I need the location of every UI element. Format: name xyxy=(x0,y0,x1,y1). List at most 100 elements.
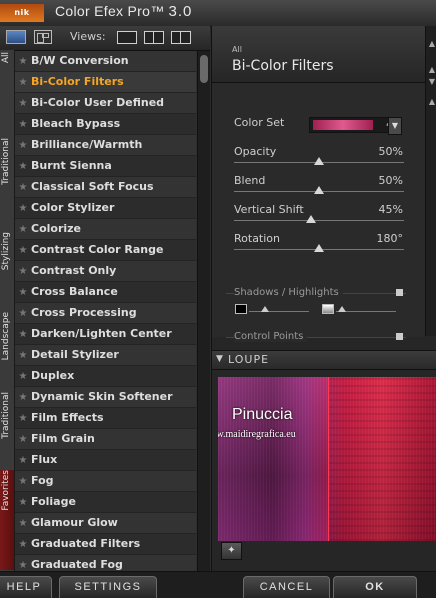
help-button[interactable]: HELP xyxy=(0,576,52,598)
tab-traditional-2[interactable]: Traditional xyxy=(0,392,14,462)
filter-item[interactable]: ★ Foliage xyxy=(15,492,196,513)
filter-item[interactable]: ★ Graduated Fog xyxy=(15,555,196,571)
slider-thumb[interactable] xyxy=(314,157,324,165)
favorite-star-icon[interactable]: ★ xyxy=(15,157,31,177)
settings-button[interactable]: SETTINGS xyxy=(59,576,157,598)
favorite-star-icon[interactable]: ★ xyxy=(15,220,31,240)
scroll-up-icon-3[interactable]: ▲ xyxy=(428,98,436,106)
highlights-slider-thumb[interactable] xyxy=(338,306,346,312)
filter-item[interactable]: ★ Film Grain xyxy=(15,429,196,450)
shadows-highlights-expand-icon[interactable] xyxy=(396,289,403,296)
filter-item[interactable]: ★ Glamour Glow xyxy=(15,513,196,534)
filter-item[interactable]: ★ Detail Stylizer xyxy=(15,345,196,366)
slider-track[interactable] xyxy=(234,215,404,223)
favorite-star-icon[interactable]: ★ xyxy=(15,52,31,72)
ok-button[interactable]: OK xyxy=(333,576,417,598)
filter-item[interactable]: ★ Brilliance/Warmth xyxy=(15,135,196,156)
filter-item[interactable]: ★ Cross Balance xyxy=(15,282,196,303)
favorite-star-icon[interactable]: ★ xyxy=(15,472,31,492)
split-view-button[interactable] xyxy=(144,31,164,44)
favorite-star-icon[interactable]: ★ xyxy=(15,556,31,571)
filter-item[interactable]: ★ Bleach Bypass xyxy=(15,114,196,135)
cancel-button[interactable]: CANCEL xyxy=(243,576,330,598)
highlight-icon xyxy=(322,304,334,314)
filter-item[interactable]: ★ Dynamic Skin Softener xyxy=(15,387,196,408)
favorite-star-icon[interactable]: ★ xyxy=(15,304,31,324)
favorite-star-icon[interactable]: ★ xyxy=(15,136,31,156)
tab-all[interactable]: All xyxy=(0,52,14,104)
favorite-star-icon[interactable]: ★ xyxy=(15,199,31,219)
scroll-up-icon-2[interactable]: ▲ xyxy=(428,66,436,74)
loupe-preview[interactable]: Pinuccia www.maidiregrafica.eu xyxy=(218,377,436,541)
filter-item-label: Burnt Sienna xyxy=(31,159,112,172)
favorite-star-icon[interactable]: ★ xyxy=(15,325,31,345)
filter-item[interactable]: ★ Bi-Color User Defined xyxy=(15,93,196,114)
filter-item[interactable]: ★ Classical Soft Focus xyxy=(15,177,196,198)
filter-item-label: Detail Stylizer xyxy=(31,348,119,361)
list-view-icon[interactable] xyxy=(34,30,52,44)
loupe-header[interactable]: ▼ LOUPE xyxy=(212,350,436,370)
favorite-star-icon[interactable]: ★ xyxy=(15,346,31,366)
favorite-star-icon[interactable]: ★ xyxy=(15,262,31,282)
slider-thumb[interactable] xyxy=(305,215,316,223)
thumbnail-view-icon[interactable] xyxy=(6,30,26,44)
shadows-slider-thumb[interactable] xyxy=(261,306,269,312)
pin-icon[interactable]: ✦ xyxy=(221,542,242,560)
filter-item[interactable]: ★ B/W Conversion xyxy=(15,51,196,72)
filter-item-label: Color Stylizer xyxy=(31,201,115,214)
filter-item[interactable]: ★ Darken/Lighten Center xyxy=(15,324,196,345)
filter-item[interactable]: ★ Color Stylizer xyxy=(15,198,196,219)
slider-track[interactable] xyxy=(234,244,404,252)
tab-stylizing[interactable]: Stylizing xyxy=(0,232,14,296)
favorite-star-icon[interactable]: ★ xyxy=(15,94,31,114)
favorite-star-icon[interactable]: ★ xyxy=(15,451,31,471)
favorite-star-icon[interactable]: ★ xyxy=(15,283,31,303)
filter-item-label: Graduated Fog xyxy=(31,558,123,571)
filter-item[interactable]: ★ Contrast Only xyxy=(15,261,196,282)
settings-scrollbar[interactable]: ▲ ▲ ▼ ▲ xyxy=(425,26,436,336)
shadows-slider[interactable] xyxy=(249,311,309,312)
slider-track[interactable] xyxy=(234,157,404,165)
filter-item[interactable]: ★ Bi-Color Filters xyxy=(15,72,196,93)
favorite-star-icon[interactable]: ★ xyxy=(15,409,31,429)
filter-item[interactable]: ★ Graduated Filters xyxy=(15,534,196,555)
filter-item-label: Cross Balance xyxy=(31,285,118,298)
control-points-label: Control Points xyxy=(234,331,308,342)
tab-landscape[interactable]: Landscape xyxy=(0,312,14,388)
filter-list-scrollbar[interactable] xyxy=(197,51,210,571)
slider-thumb[interactable] xyxy=(314,244,324,252)
favorite-star-icon[interactable]: ★ xyxy=(15,241,31,261)
favorite-star-icon[interactable]: ★ xyxy=(15,430,31,450)
side-by-side-view-button[interactable] xyxy=(171,31,191,44)
favorite-star-icon[interactable]: ★ xyxy=(15,535,31,555)
slider-thumb[interactable] xyxy=(314,186,324,194)
filter-item[interactable]: ★ Fog xyxy=(15,471,196,492)
filter-item[interactable]: ★ Flux xyxy=(15,450,196,471)
filter-item[interactable]: ★ Colorize xyxy=(15,219,196,240)
favorite-star-icon[interactable]: ★ xyxy=(15,514,31,534)
filter-item[interactable]: ★ Contrast Color Range xyxy=(15,240,196,261)
single-view-button[interactable] xyxy=(117,31,137,44)
slider-track[interactable] xyxy=(234,186,404,194)
favorite-star-icon[interactable]: ★ xyxy=(15,178,31,198)
favorite-star-icon[interactable]: ★ xyxy=(15,73,31,93)
scroll-up-icon[interactable]: ▲ xyxy=(428,40,436,48)
control-points-expand-icon[interactable] xyxy=(396,333,403,340)
filter-item[interactable]: ★ Burnt Sienna xyxy=(15,156,196,177)
favorite-star-icon[interactable]: ★ xyxy=(15,493,31,513)
nik-logo: nik xyxy=(0,4,44,22)
filter-item-label: Film Effects xyxy=(31,411,104,424)
favorite-star-icon[interactable]: ★ xyxy=(15,388,31,408)
collapse-arrow-icon[interactable]: ▼ xyxy=(216,354,223,364)
scrollbar-thumb[interactable] xyxy=(200,55,208,83)
filter-item[interactable]: ★ Film Effects xyxy=(15,408,196,429)
scroll-down-icon[interactable]: ▼ xyxy=(428,78,436,86)
filter-category: All xyxy=(232,45,242,54)
filter-item[interactable]: ★ Cross Processing xyxy=(15,303,196,324)
tab-traditional[interactable]: Traditional xyxy=(0,138,14,214)
favorite-star-icon[interactable]: ★ xyxy=(15,115,31,135)
chevron-down-icon[interactable]: ▼ xyxy=(388,117,402,135)
favorite-star-icon[interactable]: ★ xyxy=(15,367,31,387)
filter-item[interactable]: ★ Duplex xyxy=(15,366,196,387)
tab-favorites[interactable]: Favorites xyxy=(0,470,14,570)
